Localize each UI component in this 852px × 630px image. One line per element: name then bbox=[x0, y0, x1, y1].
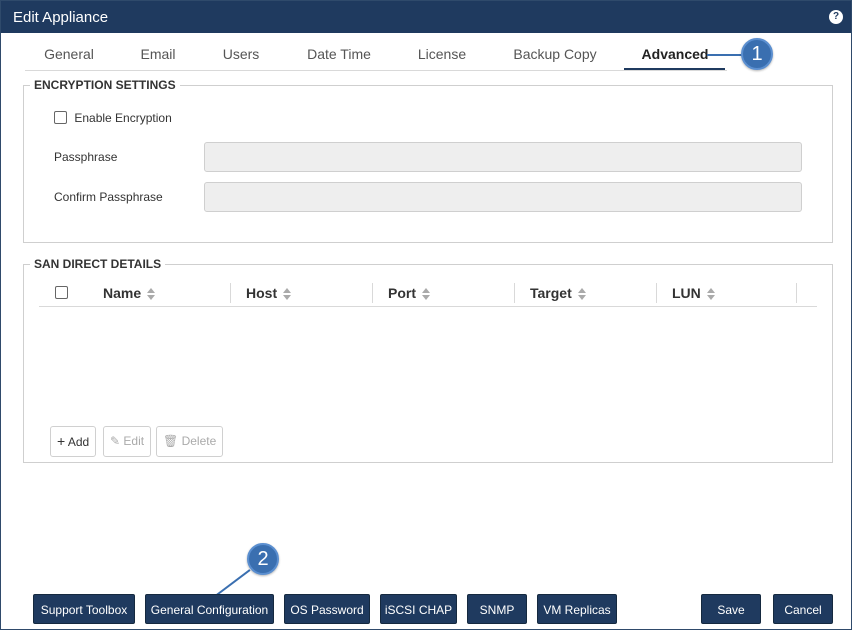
os-password-button[interactable]: OS Password bbox=[284, 594, 370, 624]
tab-date-time[interactable]: Date Time bbox=[299, 37, 379, 71]
vm-replicas-button[interactable]: VM Replicas bbox=[537, 594, 617, 624]
edit-appliance-dialog: Edit Appliance ? General Email Users Dat… bbox=[0, 0, 852, 630]
column-port[interactable]: Port bbox=[388, 279, 430, 307]
save-button[interactable]: Save bbox=[701, 594, 761, 624]
column-name[interactable]: Name bbox=[103, 279, 156, 307]
sort-icon bbox=[283, 288, 292, 301]
iscsi-chap-button[interactable]: iSCSI CHAP bbox=[380, 594, 457, 624]
tab-general[interactable]: General bbox=[37, 37, 101, 71]
column-separator bbox=[514, 283, 515, 303]
cancel-button[interactable]: Cancel bbox=[773, 594, 833, 624]
encryption-settings-legend: ENCRYPTION SETTINGS bbox=[30, 78, 180, 92]
column-separator bbox=[656, 283, 657, 303]
tab-backup-copy[interactable]: Backup Copy bbox=[507, 37, 603, 71]
passphrase-label: Passphrase bbox=[54, 150, 118, 164]
sort-icon bbox=[706, 288, 715, 301]
active-tab-indicator bbox=[624, 68, 725, 70]
sort-icon bbox=[147, 288, 156, 301]
tabs-divider bbox=[25, 70, 727, 71]
tab-license[interactable]: License bbox=[411, 37, 473, 71]
sort-icon bbox=[422, 288, 430, 301]
dialog-title: Edit Appliance bbox=[13, 9, 109, 26]
sort-icon bbox=[577, 288, 586, 301]
support-toolbox-button[interactable]: Support Toolbox bbox=[33, 594, 135, 624]
column-separator bbox=[372, 283, 373, 303]
confirm-passphrase-input[interactable] bbox=[204, 182, 802, 212]
column-separator bbox=[796, 283, 797, 303]
snmp-button[interactable]: SNMP bbox=[467, 594, 527, 624]
passphrase-input[interactable] bbox=[204, 142, 802, 172]
edit-button[interactable]: ✎ Edit bbox=[103, 426, 152, 457]
callout-2-badge: 2 bbox=[247, 543, 279, 575]
enable-encryption-checkbox[interactable] bbox=[54, 111, 67, 125]
tab-advanced[interactable]: Advanced bbox=[631, 37, 719, 71]
enable-encryption-row[interactable]: Enable Encryption bbox=[54, 110, 172, 125]
tab-email[interactable]: Email bbox=[131, 37, 185, 71]
callout-1-badge: 1 bbox=[741, 38, 773, 70]
add-button[interactable]: + Add bbox=[50, 426, 97, 457]
confirm-passphrase-label: Confirm Passphrase bbox=[54, 190, 163, 204]
callout-1-pointer bbox=[707, 54, 743, 56]
general-configuration-button[interactable]: General Configuration bbox=[145, 594, 274, 624]
pencil-icon: ✎ bbox=[110, 434, 121, 448]
select-all-checkbox[interactable] bbox=[55, 286, 68, 299]
delete-button[interactable]: 🗑 Delete bbox=[156, 426, 224, 457]
trash-icon: 🗑 bbox=[163, 434, 179, 448]
san-table-header: Name Host Port Target LUN bbox=[39, 279, 817, 307]
column-target[interactable]: Target bbox=[530, 279, 586, 307]
title-bar: Edit Appliance ? bbox=[1, 1, 851, 33]
plus-icon: + bbox=[57, 433, 66, 449]
column-lun[interactable]: LUN bbox=[672, 279, 715, 307]
tab-users[interactable]: Users bbox=[215, 37, 267, 71]
encryption-settings-group: ENCRYPTION SETTINGS Enable Encryption Pa… bbox=[23, 78, 833, 243]
san-direct-details-legend: SAN DIRECT DETAILS bbox=[30, 257, 166, 271]
enable-encryption-label: Enable Encryption bbox=[74, 110, 172, 125]
help-icon[interactable]: ? bbox=[829, 10, 843, 24]
column-host[interactable]: Host bbox=[246, 279, 292, 307]
column-separator bbox=[230, 283, 231, 303]
